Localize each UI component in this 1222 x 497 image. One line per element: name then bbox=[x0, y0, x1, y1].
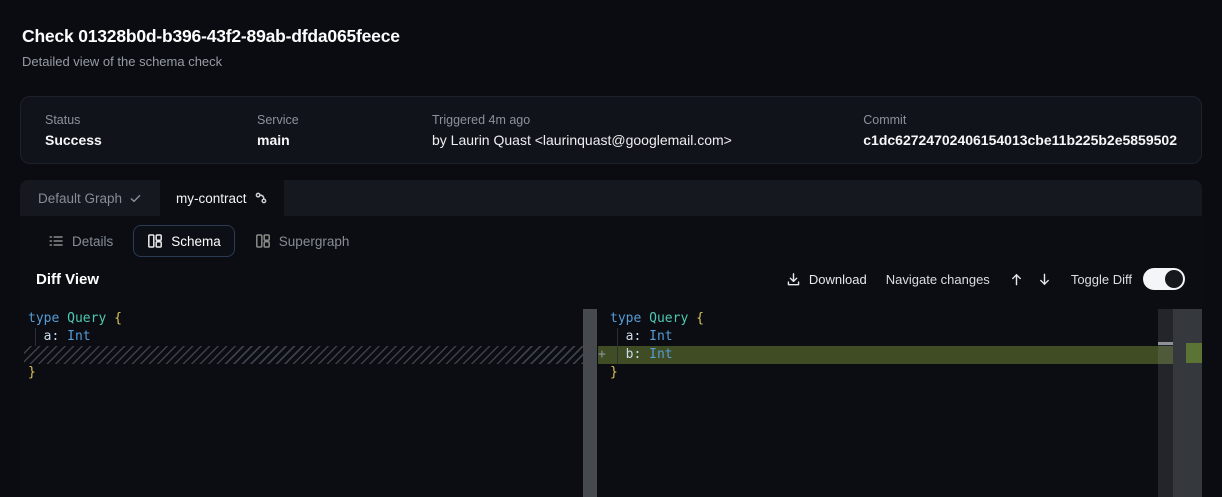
diff-pane-before[interactable]: type Query { a: Int} bbox=[20, 300, 597, 497]
view-tabs: Details Schema Supergraph bbox=[20, 216, 1202, 258]
scrollbar-thumb[interactable] bbox=[1158, 342, 1173, 345]
code-line-added: b: Int bbox=[598, 346, 1173, 364]
next-change-button[interactable] bbox=[1037, 272, 1052, 287]
graph-tab-strip: Default Graph my-contract bbox=[20, 180, 1202, 216]
triggered-value: by Laurin Quast <laurinquast@googlemail.… bbox=[432, 132, 863, 148]
code-line: type Query { bbox=[598, 310, 1202, 328]
spline-icon bbox=[254, 191, 268, 205]
code-line: } bbox=[598, 364, 1202, 382]
page-header: Check 01328b0d-b396-43f2-89ab-dfda065fee… bbox=[22, 26, 400, 69]
diff-controls: Download Navigate changes Toggle Diff bbox=[786, 268, 1185, 290]
service-label: Service bbox=[257, 113, 432, 127]
diff-pane-after[interactable]: + type Query { a: Int b: Int} bbox=[598, 300, 1202, 497]
summary-triggered: Triggered 4m ago by Laurin Quast <laurin… bbox=[432, 113, 863, 148]
removed-placeholder-hatch bbox=[24, 346, 597, 364]
tab-schema-label: Schema bbox=[171, 234, 221, 249]
summary-service: Service main bbox=[257, 113, 432, 148]
tab-supergraph[interactable]: Supergraph bbox=[241, 225, 364, 257]
code-before: type Query { a: Int} bbox=[20, 300, 597, 382]
switch-knob bbox=[1165, 270, 1183, 288]
toggle-diff-control: Toggle Diff bbox=[1071, 268, 1185, 290]
check-icon bbox=[129, 192, 142, 205]
status-label: Status bbox=[45, 113, 257, 127]
code-line: a: Int bbox=[20, 328, 597, 346]
previous-change-button[interactable] bbox=[1009, 272, 1024, 287]
toggle-diff-label: Toggle Diff bbox=[1071, 272, 1132, 287]
service-value: main bbox=[257, 132, 432, 148]
check-summary-card: Status Success Service main Triggered 4m… bbox=[20, 96, 1202, 164]
summary-status: Status Success bbox=[45, 113, 257, 148]
tab-supergraph-label: Supergraph bbox=[279, 234, 350, 249]
arrow-up-icon bbox=[1009, 272, 1024, 287]
panels-icon bbox=[255, 233, 271, 249]
download-button[interactable]: Download bbox=[786, 272, 867, 287]
tab-details-label: Details bbox=[72, 234, 113, 249]
arrow-down-icon bbox=[1037, 272, 1052, 287]
diff-toolbar: Diff View Download Navigate changes bbox=[20, 258, 1202, 300]
indent-guide bbox=[617, 328, 618, 364]
code-line: } bbox=[20, 364, 597, 382]
commit-label: Commit bbox=[863, 113, 1177, 127]
overview-ruler bbox=[1173, 309, 1202, 497]
diff-view-title: Diff View bbox=[36, 271, 99, 288]
added-change-marker bbox=[1186, 343, 1202, 363]
schema-diff-editor: type Query { a: Int} + type Query { a: I… bbox=[20, 300, 1202, 497]
check-panel: Details Schema Supergraph Diff View Down… bbox=[20, 216, 1202, 497]
summary-commit: Commit c1dc62724702406154013cbe11b225b2e… bbox=[863, 113, 1177, 148]
download-icon bbox=[786, 272, 801, 287]
scrollbar-before[interactable] bbox=[583, 309, 597, 497]
code-line: type Query { bbox=[20, 310, 597, 328]
tab-default-graph-label: Default Graph bbox=[38, 191, 122, 206]
download-label: Download bbox=[809, 272, 867, 287]
toggle-diff-switch[interactable] bbox=[1143, 268, 1185, 290]
page-title: Check 01328b0d-b396-43f2-89ab-dfda065fee… bbox=[22, 26, 400, 47]
panels-icon bbox=[147, 233, 163, 249]
tab-default-graph[interactable]: Default Graph bbox=[20, 180, 160, 216]
tab-details[interactable]: Details bbox=[34, 225, 127, 257]
triggered-label: Triggered 4m ago bbox=[432, 113, 863, 127]
added-line-gutter-plus: + bbox=[598, 346, 606, 364]
scrollbar-after[interactable] bbox=[1158, 309, 1173, 497]
navigate-changes-label: Navigate changes bbox=[886, 272, 990, 287]
page-subtitle: Detailed view of the schema check bbox=[22, 54, 400, 69]
commit-value: c1dc62724702406154013cbe11b225b2e5859502 bbox=[863, 132, 1177, 148]
tab-my-contract[interactable]: my-contract bbox=[160, 180, 284, 216]
code-line: a: Int bbox=[598, 328, 1202, 346]
tab-my-contract-label: my-contract bbox=[176, 191, 247, 206]
indent-guide bbox=[35, 328, 36, 346]
navigate-arrows bbox=[1009, 272, 1052, 287]
status-value: Success bbox=[45, 132, 257, 148]
code-after: type Query { a: Int b: Int} bbox=[598, 300, 1202, 382]
list-icon bbox=[48, 233, 64, 249]
tab-schema[interactable]: Schema bbox=[133, 225, 235, 257]
